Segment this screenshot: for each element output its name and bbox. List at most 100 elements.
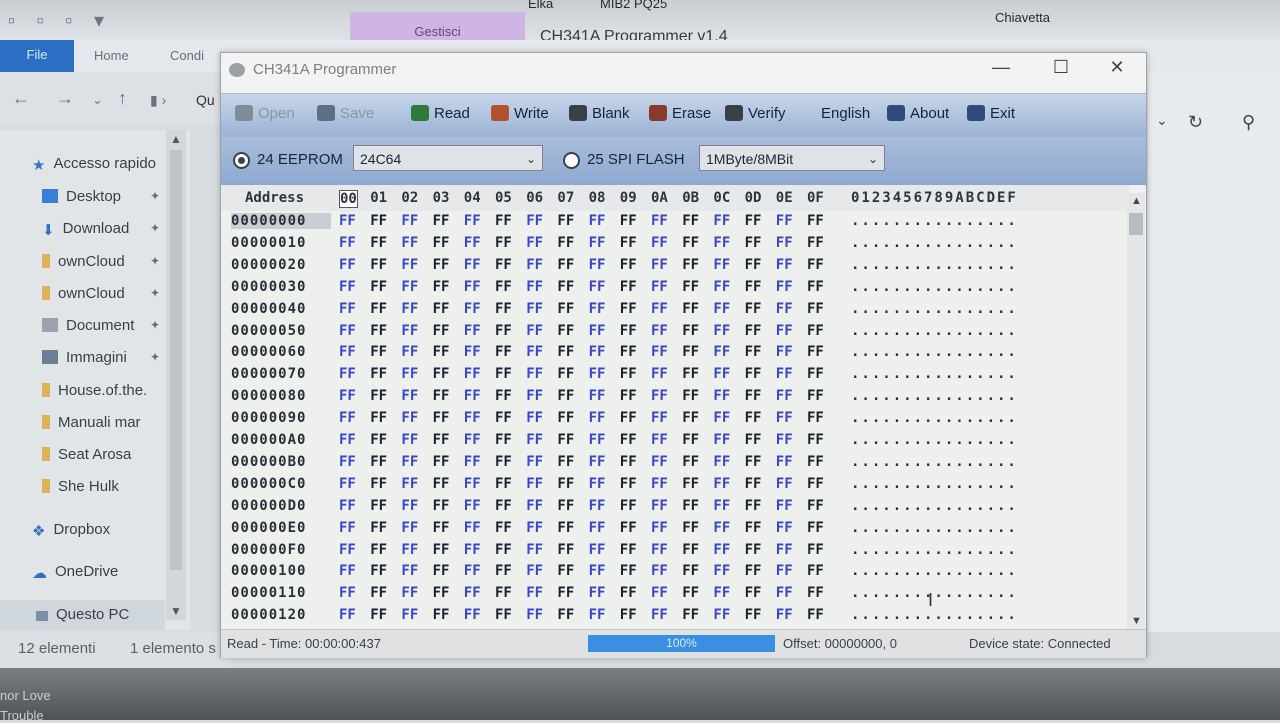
hex-byte[interactable]: FF: [339, 563, 356, 579]
hex-byte[interactable]: FF: [651, 323, 668, 339]
hex-byte[interactable]: FF: [526, 585, 543, 601]
hex-byte[interactable]: FF: [370, 454, 387, 470]
hex-byte[interactable]: FF: [526, 607, 543, 623]
hex-byte[interactable]: FF: [651, 213, 668, 229]
hex-byte[interactable]: FF: [464, 476, 481, 492]
hex-byte[interactable]: FF: [682, 454, 699, 470]
hex-byte[interactable]: FF: [776, 563, 793, 579]
hex-byte[interactable]: FF: [620, 323, 637, 339]
hex-byte[interactable]: FF: [682, 366, 699, 382]
hex-byte[interactable]: FF: [807, 257, 824, 273]
hex-byte[interactable]: FF: [589, 607, 606, 623]
hex-row[interactable]: 00000120 FF FF FF FF FF FF FF FF FF FF FF FF FF FF FF FF…: [221, 607, 1127, 629]
hex-byte[interactable]: FF: [776, 432, 793, 448]
hex-byte[interactable]: FF: [526, 279, 543, 295]
sidebar-item-questo-pc[interactable]: Questo PC: [0, 600, 165, 630]
hex-byte[interactable]: FF: [713, 279, 730, 295]
hex-byte[interactable]: FF: [557, 520, 574, 536]
hex-byte[interactable]: FF: [433, 235, 450, 251]
hex-byte[interactable]: FF: [589, 301, 606, 317]
hex-byte[interactable]: FF: [589, 213, 606, 229]
hex-byte[interactable]: FF: [651, 520, 668, 536]
hex-byte[interactable]: FF: [370, 476, 387, 492]
toolbar-open-button[interactable]: Open: [235, 105, 295, 122]
scroll-down-icon[interactable]: ▼: [170, 604, 182, 618]
scroll-thumb[interactable]: [170, 150, 182, 570]
hex-byte[interactable]: FF: [495, 542, 512, 558]
hex-byte[interactable]: FF: [713, 563, 730, 579]
up-arrow-icon[interactable]: ↑: [118, 88, 127, 109]
hex-byte[interactable]: FF: [745, 213, 762, 229]
hex-byte[interactable]: FF: [557, 432, 574, 448]
hex-byte[interactable]: FF: [807, 323, 824, 339]
hex-byte[interactable]: FF: [776, 454, 793, 470]
ribbon-tab-file[interactable]: File: [0, 40, 74, 72]
hex-byte[interactable]: FF: [526, 542, 543, 558]
hex-byte[interactable]: FF: [370, 498, 387, 514]
hex-byte[interactable]: FF: [557, 213, 574, 229]
hex-byte[interactable]: FF: [682, 432, 699, 448]
hex-byte[interactable]: FF: [620, 454, 637, 470]
hex-byte[interactable]: FF: [776, 607, 793, 623]
hex-byte[interactable]: FF: [339, 279, 356, 295]
hex-byte[interactable]: FF: [651, 585, 668, 601]
hex-byte[interactable]: FF: [526, 344, 543, 360]
hex-byte[interactable]: FF: [651, 563, 668, 579]
hex-byte[interactable]: FF: [464, 454, 481, 470]
hex-byte[interactable]: FF: [651, 388, 668, 404]
hex-byte[interactable]: FF: [339, 366, 356, 382]
hex-byte[interactable]: FF: [401, 563, 418, 579]
hex-byte[interactable]: FF: [339, 388, 356, 404]
hex-byte[interactable]: FF: [370, 410, 387, 426]
hex-byte[interactable]: FF: [526, 454, 543, 470]
sidebar-scrollbar[interactable]: ▲ ▼: [166, 130, 186, 620]
sidebar-item-owncloud[interactable]: ownCloud ✦: [42, 253, 164, 283]
spi-flash-radio[interactable]: [563, 152, 580, 169]
hex-byte[interactable]: FF: [526, 410, 543, 426]
hex-byte[interactable]: FF: [495, 366, 512, 382]
hex-byte[interactable]: FF: [557, 454, 574, 470]
hex-byte[interactable]: FF: [370, 542, 387, 558]
hex-row[interactable]: 00000070 FF FF FF FF FF FF FF FF FF FF FF FF FF FF FF FF…: [221, 366, 1127, 388]
hex-byte[interactable]: FF: [682, 476, 699, 492]
hex-byte[interactable]: FF: [464, 520, 481, 536]
eeprom-radio[interactable]: [233, 152, 250, 169]
toolbar-verify-button[interactable]: Verify: [725, 105, 786, 122]
search-icon[interactable]: ⚲: [1242, 112, 1255, 133]
hex-byte[interactable]: FF: [589, 520, 606, 536]
toolbar-about-button[interactable]: About: [887, 105, 949, 122]
hex-byte[interactable]: FF: [557, 235, 574, 251]
hex-row[interactable]: 000000E0 FF FF FF FF FF FF FF FF FF FF FF FF FF FF FF FF…: [221, 520, 1127, 542]
hex-byte[interactable]: FF: [620, 607, 637, 623]
hex-byte[interactable]: FF: [807, 476, 824, 492]
hex-byte[interactable]: FF: [495, 235, 512, 251]
hex-byte[interactable]: FF: [495, 301, 512, 317]
hex-byte[interactable]: FF: [339, 344, 356, 360]
hex-byte[interactable]: FF: [557, 388, 574, 404]
hex-byte[interactable]: FF: [557, 498, 574, 514]
hex-byte[interactable]: FF: [807, 498, 824, 514]
hex-byte[interactable]: FF: [589, 279, 606, 295]
hex-byte[interactable]: FF: [682, 257, 699, 273]
hex-row[interactable]: 00000030 FF FF FF FF FF FF FF FF FF FF FF FF FF FF FF FF…: [221, 279, 1127, 301]
sidebar-item-folder[interactable]: She Hulk: [42, 478, 164, 508]
hex-byte[interactable]: FF: [620, 279, 637, 295]
hex-byte[interactable]: FF: [776, 257, 793, 273]
hex-byte[interactable]: FF: [589, 432, 606, 448]
hex-byte[interactable]: FF: [495, 279, 512, 295]
hex-byte[interactable]: FF: [401, 257, 418, 273]
hex-byte[interactable]: FF: [807, 520, 824, 536]
hex-byte[interactable]: FF: [589, 542, 606, 558]
hex-byte[interactable]: FF: [713, 323, 730, 339]
hex-byte[interactable]: FF: [464, 542, 481, 558]
hex-byte[interactable]: FF: [682, 213, 699, 229]
hex-byte[interactable]: FF: [776, 366, 793, 382]
hex-byte[interactable]: FF: [682, 520, 699, 536]
hex-byte[interactable]: FF: [433, 563, 450, 579]
hex-byte[interactable]: FF: [526, 432, 543, 448]
hex-byte[interactable]: FF: [682, 410, 699, 426]
hex-byte[interactable]: FF: [401, 366, 418, 382]
hex-byte[interactable]: FF: [776, 520, 793, 536]
hex-byte[interactable]: FF: [370, 388, 387, 404]
hex-byte[interactable]: FF: [682, 388, 699, 404]
